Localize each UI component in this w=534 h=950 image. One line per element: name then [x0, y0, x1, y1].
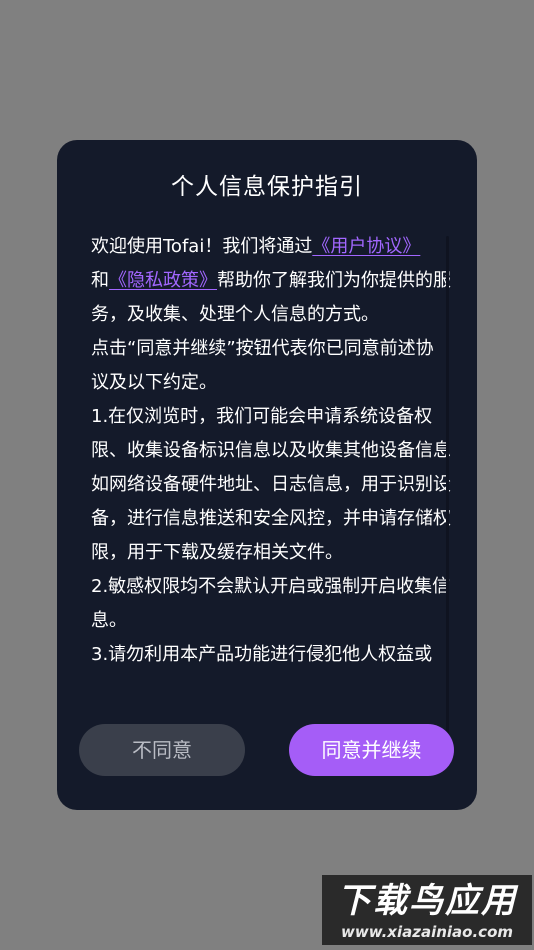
clause-3: 3.请勿利用本产品功能进行侵犯他人权益或: [91, 644, 433, 665]
dialog-title: 个人信息保护指引: [171, 174, 363, 200]
clause-2: 2.敏感权限均不会默认开启或强制开启收集信息。: [91, 576, 451, 631]
user-agreement-link[interactable]: 《用户协议》: [312, 236, 420, 257]
privacy-dialog: 个人信息保护指引 欢迎使用Tofai！我们将通过《用户协议》 和《隐私政策》帮助你…: [57, 140, 477, 810]
screen: 个人信息保护指引 欢迎使用Tofai！我们将通过《用户协议》 和《隐私政策》帮助你…: [0, 0, 534, 950]
watermark-logo: 下载鸟应用 www.xiazainiao.com: [322, 875, 532, 945]
content-scrollbar[interactable]: [446, 236, 449, 766]
watermark-url: www.xiazainiao.com: [340, 923, 514, 941]
consent-paragraph: 点击“同意并继续”按钮代表你已同意前述协议及以下约定。: [91, 338, 434, 393]
watermark-title: 下载鸟应用: [337, 881, 517, 921]
intro-and: 和: [91, 270, 109, 291]
privacy-policy-link[interactable]: 《隐私政策》: [109, 270, 217, 291]
clause-1: 1.在仅浏览时，我们可能会申请系统设备权限、收集设备标识信息以及收集其他设备信息…: [91, 406, 451, 563]
agree-continue-button[interactable]: 同意并继续: [289, 724, 454, 776]
intro-prefix: 欢迎使用Tofai！我们将通过: [91, 236, 313, 257]
intro-paragraph: 欢迎使用Tofai！我们将通过《用户协议》 和《隐私政策》帮助你了解我们为你提供的…: [91, 230, 451, 332]
dialog-content-scroll[interactable]: 欢迎使用Tofai！我们将通过《用户协议》 和《隐私政策》帮助你了解我们为你提供的…: [91, 230, 451, 690]
dialog-content: 欢迎使用Tofai！我们将通过《用户协议》 和《隐私政策》帮助你了解我们为你提供的…: [91, 230, 451, 672]
disagree-button[interactable]: 不同意: [79, 724, 245, 776]
